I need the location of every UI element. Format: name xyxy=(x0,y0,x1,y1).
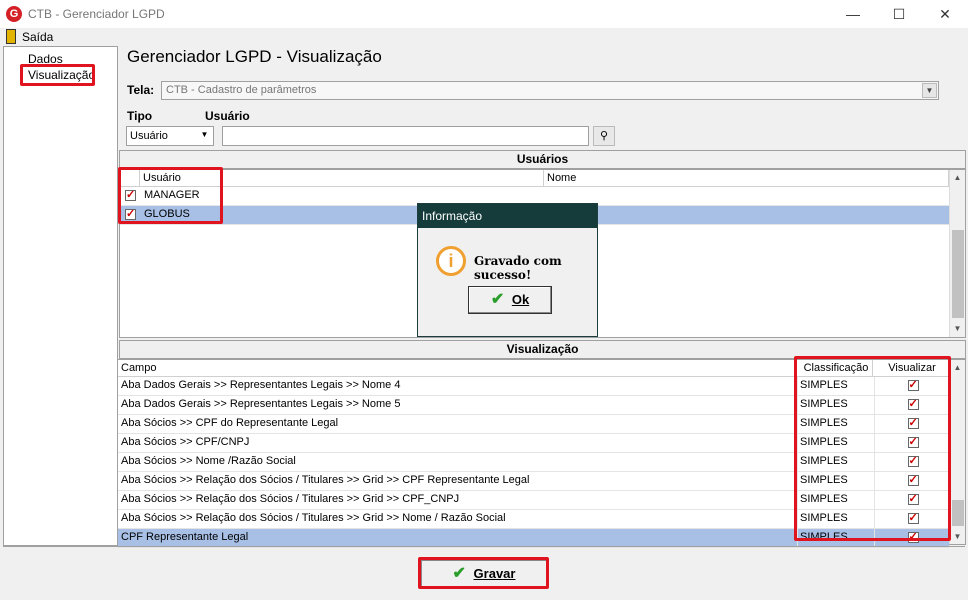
highlight-box-save xyxy=(418,557,549,589)
binoculars-search-icon[interactable]: ⚲ xyxy=(593,126,615,146)
field-cell: Aba Sócios >> CPF do Representante Legal xyxy=(119,415,798,433)
user-input[interactable] xyxy=(222,126,589,146)
type-select-value: Usuário xyxy=(130,130,168,142)
field-cell: Aba Sócios >> Relação dos Sócios / Titul… xyxy=(119,510,798,528)
exit-door-icon[interactable] xyxy=(6,29,16,44)
menu-bar xyxy=(0,28,968,46)
dialog-message: Gravado com sucesso! xyxy=(474,254,562,282)
maximize-button[interactable]: ☐ xyxy=(876,0,922,28)
check-icon: ✔ xyxy=(490,291,505,308)
field-cell: Aba Sócios >> Relação dos Sócios / Titul… xyxy=(119,472,798,490)
screen-label: Tela: xyxy=(127,83,155,97)
minimize-button[interactable]: — xyxy=(830,0,876,28)
type-label: Tipo xyxy=(127,109,153,123)
user-label: Usuário xyxy=(205,109,250,123)
ok-button-label: Ok xyxy=(511,292,530,307)
chevron-down-icon[interactable]: ▼ xyxy=(922,83,937,98)
view-col-field[interactable]: Campo xyxy=(118,360,797,377)
field-cell: Aba Dados Gerais >> Representantes Legai… xyxy=(119,396,798,414)
field-cell: Aba Sócios >> CPF/CNPJ xyxy=(119,434,798,452)
scroll-thumb[interactable] xyxy=(952,500,964,526)
field-cell: Aba Sócios >> Nome /Razão Social xyxy=(119,453,798,471)
field-cell: Aba Sócios >> Relação dos Sócios / Titul… xyxy=(119,491,798,509)
users-scrollbar[interactable]: ▲ ▼ xyxy=(949,170,965,337)
name-cell xyxy=(546,187,948,205)
chevron-down-icon[interactable]: ▼ xyxy=(197,128,212,144)
users-panel-title: Usuários xyxy=(119,150,966,169)
window-title: CTB - Gerenciador LGPD xyxy=(28,7,165,21)
info-icon: i xyxy=(436,246,466,276)
name-cell xyxy=(546,206,948,224)
info-dialog: Informação i Gravado com sucesso! ✔ Ok xyxy=(417,203,598,337)
page-title: Gerenciador LGPD - Visualização xyxy=(127,47,382,66)
scroll-up-icon[interactable]: ▲ xyxy=(950,360,965,375)
type-select[interactable]: Usuário ▼ xyxy=(126,126,214,146)
highlight-box-columns xyxy=(794,356,951,541)
menu-exit[interactable]: Saída xyxy=(22,30,53,44)
app-logo-icon: G xyxy=(6,6,22,22)
view-scrollbar[interactable]: ▲ ▼ xyxy=(949,360,965,544)
close-button[interactable]: ✕ xyxy=(922,0,968,28)
scroll-up-icon[interactable]: ▲ xyxy=(950,170,965,185)
scroll-thumb[interactable] xyxy=(952,230,964,318)
screen-select[interactable]: CTB - Cadastro de parâmetros ▼ xyxy=(161,81,939,100)
scroll-down-icon[interactable]: ▼ xyxy=(950,529,965,544)
users-col-name[interactable]: Nome xyxy=(544,170,949,187)
ok-button[interactable]: ✔ Ok xyxy=(468,286,552,314)
screen-select-value: CTB - Cadastro de parâmetros xyxy=(166,84,317,96)
highlight-box-tree xyxy=(20,64,95,86)
field-cell: CPF Representante Legal xyxy=(119,529,798,547)
scroll-down-icon[interactable]: ▼ xyxy=(950,321,965,336)
dialog-title: Informação xyxy=(418,204,597,228)
navigation-tree xyxy=(3,46,118,546)
field-cell: Aba Dados Gerais >> Representantes Legai… xyxy=(119,377,798,395)
highlight-box-users xyxy=(118,167,223,224)
